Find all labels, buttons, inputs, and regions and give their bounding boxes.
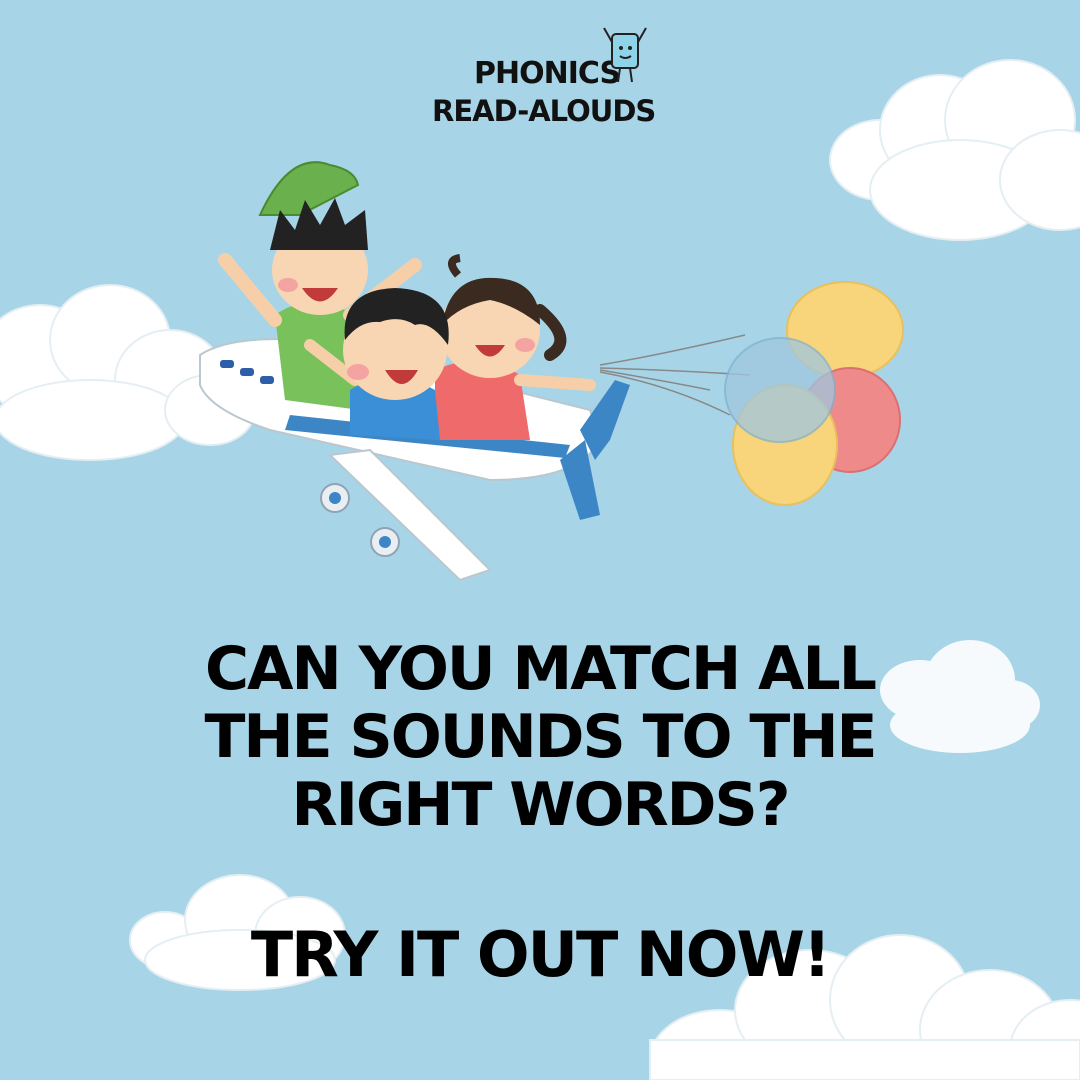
poster: PHONICS READ-ALOUDS CAN YOU MATCH ALL TH… <box>0 0 1080 1080</box>
brand-logo: PHONICS READ-ALOUDS <box>430 22 660 132</box>
balloons-icon <box>724 281 904 506</box>
call-to-action: TRY IT OUT NOW! <box>250 918 831 991</box>
headline-line-1: CAN YOU MATCH ALL <box>205 634 877 704</box>
headline-line-2: THE SOUNDS TO THE <box>204 702 877 772</box>
logo-line-2: READ-ALOUDS <box>432 94 656 128</box>
airplane-children-illustration <box>199 161 904 582</box>
headline-question: CAN YOU MATCH ALL THE SOUNDS TO THE RIGH… <box>110 635 970 839</box>
book-mascot-icon <box>603 27 647 83</box>
headline-line-3: RIGHT WORDS? <box>291 770 790 840</box>
logo-line-1: PHONICS <box>474 56 621 91</box>
